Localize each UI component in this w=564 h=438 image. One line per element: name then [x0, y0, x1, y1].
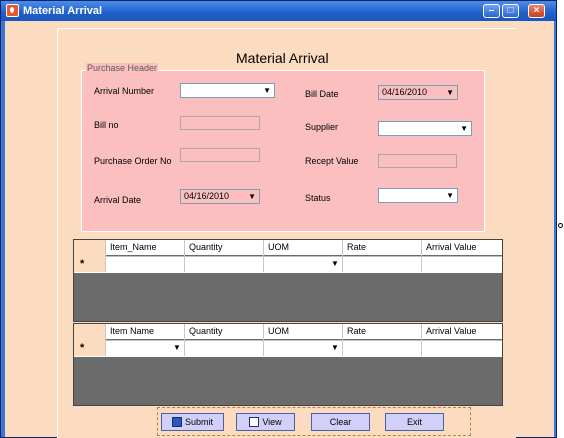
- bill-no-label: Bill no: [94, 120, 119, 130]
- column-header-quantity[interactable]: Quantity: [189, 326, 223, 336]
- chevron-down-icon[interactable]: ▼: [331, 259, 339, 268]
- arrival-number-combo[interactable]: ▼: [180, 83, 275, 98]
- bill-date-label: Bill Date: [305, 89, 339, 99]
- supplier-label: Supplier: [305, 122, 339, 132]
- submit-label: Submit: [184, 417, 213, 427]
- chevron-down-icon[interactable]: ▼: [446, 189, 454, 202]
- view-label: View: [262, 417, 282, 427]
- chevron-down-icon[interactable]: ▼: [173, 343, 181, 352]
- purchase-header-legend: Purchase Header: [86, 63, 159, 73]
- window-title: Material Arrival: [23, 5, 103, 17]
- submit-button[interactable]: Submit: [161, 413, 224, 431]
- form-title: Material Arrival: [236, 50, 329, 66]
- bill-no-field[interactable]: [180, 116, 260, 130]
- exit-button[interactable]: Exit: [385, 413, 444, 431]
- column-header-uom[interactable]: UOM: [268, 326, 289, 336]
- column-header-rate[interactable]: Rate: [347, 326, 366, 336]
- arrival-date-label: Arrival Date: [94, 195, 142, 205]
- close-button[interactable]: ×: [528, 4, 545, 18]
- chevron-down-icon[interactable]: ▼: [460, 122, 468, 135]
- app-icon[interactable]: [6, 4, 19, 17]
- clear-label: Clear: [329, 417, 352, 427]
- chevron-down-icon[interactable]: ▼: [248, 190, 256, 203]
- column-header-item-name[interactable]: Item_Name: [110, 242, 157, 252]
- status-combo[interactable]: ▼: [378, 188, 458, 203]
- bill-date-value: 04/16/2010: [382, 87, 428, 97]
- grid-new-row[interactable]: [74, 256, 502, 273]
- column-header-item-name[interactable]: Item Name: [110, 326, 154, 336]
- arrival-date-picker[interactable]: 04/16/2010 ▼: [180, 189, 260, 204]
- purchase-order-no-label: Purchase Order No: [94, 156, 172, 166]
- chevron-down-icon[interactable]: ▼: [263, 84, 271, 97]
- minimize-button[interactable]: –: [483, 4, 500, 18]
- new-row-marker: *: [80, 258, 85, 270]
- status-label: Status: [305, 193, 331, 203]
- grid-new-row[interactable]: [74, 340, 502, 357]
- column-header-rate[interactable]: Rate: [347, 242, 366, 252]
- arrival-items-grid[interactable]: * Item_Name Quantity UOM Rate Arrival Va…: [73, 239, 503, 322]
- column-header-arrival-value[interactable]: Arrival Value: [426, 326, 476, 336]
- supplier-combo[interactable]: ▼: [378, 121, 472, 136]
- title-bar[interactable]: Material Arrival – □ ×: [1, 1, 556, 21]
- chevron-down-icon[interactable]: ▼: [331, 343, 339, 352]
- view-button[interactable]: View: [236, 413, 295, 431]
- column-header-arrival-value[interactable]: Arrival Value: [426, 242, 476, 252]
- row-header[interactable]: [74, 240, 106, 272]
- bill-date-picker[interactable]: 04/16/2010 ▼: [378, 85, 458, 100]
- arrival-date-value: 04/16/2010: [184, 191, 230, 201]
- column-header-quantity[interactable]: Quantity: [189, 242, 223, 252]
- column-header-uom[interactable]: UOM: [268, 242, 289, 252]
- exit-label: Exit: [406, 417, 422, 427]
- clear-button[interactable]: Clear: [311, 413, 370, 431]
- purchase-order-no-field[interactable]: [180, 148, 260, 162]
- resize-handle[interactable]: [558, 223, 563, 228]
- item-details-grid[interactable]: * Item Name Quantity UOM Rate Arrival Va…: [73, 323, 503, 406]
- receipt-value-label: Recept Value: [305, 156, 359, 166]
- chevron-down-icon[interactable]: ▼: [446, 86, 454, 99]
- new-row-marker: *: [80, 342, 85, 354]
- save-icon: [171, 417, 182, 427]
- row-header[interactable]: [74, 324, 106, 356]
- receipt-value-field[interactable]: [378, 154, 457, 168]
- maximize-button[interactable]: □: [502, 4, 519, 18]
- book-icon: [249, 417, 260, 427]
- arrival-number-label: Arrival Number: [94, 86, 155, 96]
